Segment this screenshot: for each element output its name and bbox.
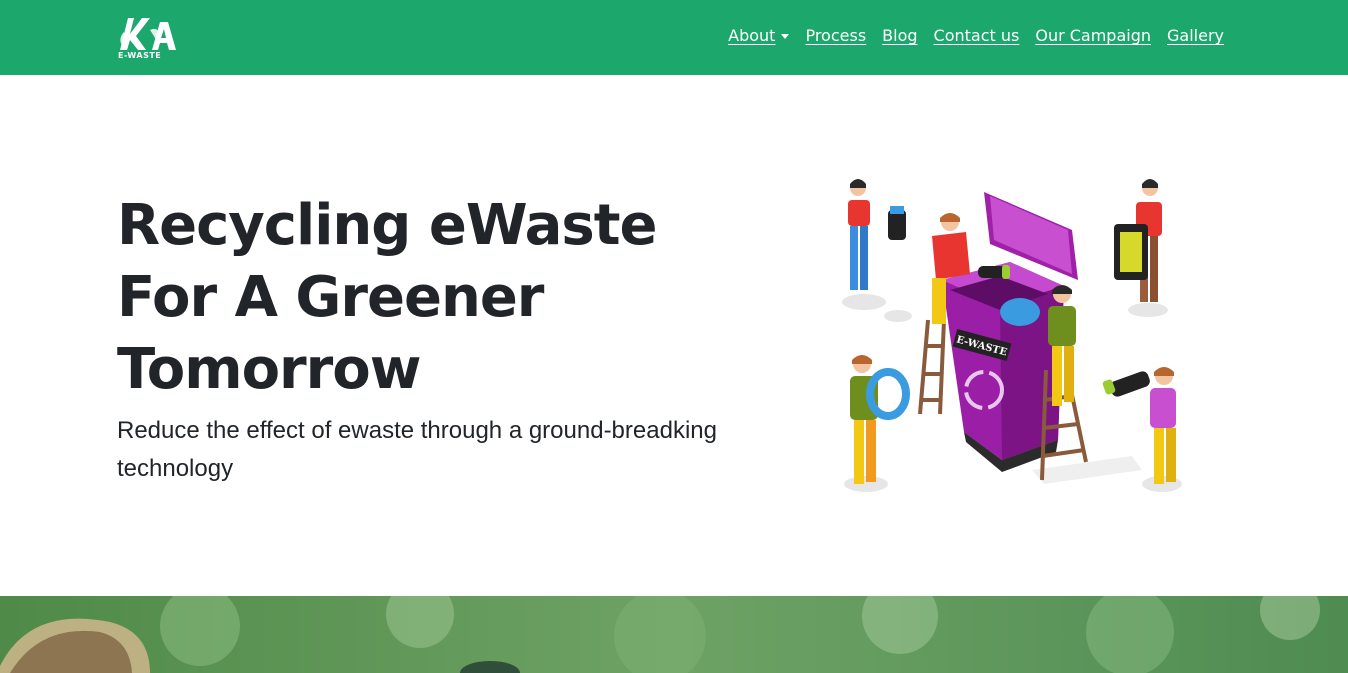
hero-title-line-3: Tomorrow xyxy=(117,337,422,402)
hero-title: Recycling eWaste For A Greener Tomorrow xyxy=(117,190,717,406)
nav-about[interactable]: About xyxy=(728,26,790,45)
brand-logo-text: E-WASTE xyxy=(118,51,162,60)
nav-campaign[interactable]: Our Campaign xyxy=(1035,26,1151,45)
navbar: E-WASTE About Process Blog Contact us Ou… xyxy=(0,0,1348,75)
nav-gallery[interactable]: Gallery xyxy=(1167,26,1224,45)
dropdown-caret-icon xyxy=(781,34,790,39)
hero-title-line-1: Recycling eWaste xyxy=(117,193,657,258)
photo-banner-image xyxy=(0,596,1348,673)
hero-title-line-2: For A Greener xyxy=(117,265,544,330)
nav-about-label: About xyxy=(728,26,776,45)
main-nav: About Process Blog Contact us Our Campai… xyxy=(728,26,1224,45)
nav-blog[interactable]: Blog xyxy=(882,26,917,45)
nav-contact[interactable]: Contact us xyxy=(934,26,1020,45)
nav-process[interactable]: Process xyxy=(805,26,866,45)
photo-banner xyxy=(0,596,1348,673)
hero-subtitle: Reduce the effect of ewaste through a gr… xyxy=(117,417,717,482)
hero-illustration: E-WASTE xyxy=(842,179,1182,492)
